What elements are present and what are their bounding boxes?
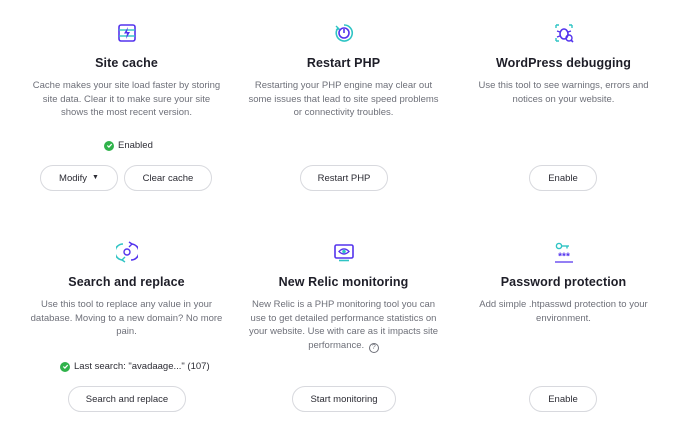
- site-cache-title: Site cache: [95, 56, 158, 70]
- password-title: Password protection: [500, 275, 627, 289]
- clear-cache-button[interactable]: Clear cache: [124, 165, 212, 191]
- search-replace-status: Last search: "avadaage..." (107): [60, 361, 210, 372]
- wp-debugging-title: WordPress debugging: [495, 56, 631, 70]
- password-card: *** Password protection Add simple .htpa…: [449, 241, 678, 325]
- help-icon[interactable]: ?: [368, 342, 379, 353]
- restart-php-button-label: Restart PHP: [317, 172, 371, 184]
- clear-cache-button-label: Clear cache: [142, 172, 194, 184]
- search-replace-title: Search and replace: [68, 275, 185, 289]
- key-password-icon: ***: [554, 242, 573, 263]
- restart-php-card: Restart PHP Restarting your PHP engine m…: [229, 22, 458, 120]
- search-replace-button[interactable]: Search and replace: [68, 386, 186, 412]
- search-replace-status-text: Last search: "avadaage..." (107): [74, 361, 210, 372]
- start-monitoring-button-label: Start monitoring: [310, 393, 378, 405]
- site-cache-status-text: Enabled: [118, 140, 153, 151]
- search-replace-card: Search and replace Use this tool to repl…: [12, 241, 241, 339]
- swap-arrows-icon: [115, 241, 138, 263]
- bug-icon: [554, 24, 574, 43]
- password-description: Add simple .htpasswd protection to your …: [479, 299, 648, 324]
- modify-button-label: Modify: [59, 172, 88, 184]
- check-icon: [60, 361, 70, 372]
- search-replace-description: Use this tool to replace any value in yo…: [30, 299, 223, 337]
- chevron-down-icon: ▼: [92, 173, 99, 181]
- restart-php-description: Restarting your PHP engine may clear out…: [248, 80, 439, 118]
- password-enable-button[interactable]: Enable: [529, 386, 597, 412]
- password-enable-label: Enable: [548, 393, 578, 405]
- power-restart-icon: [334, 24, 353, 42]
- wp-debugging-card: WordPress debugging Use this tool to see…: [449, 22, 678, 106]
- new-relic-title: New Relic monitoring: [278, 275, 409, 289]
- new-relic-card: New Relic monitoring New Relic is a PHP …: [229, 241, 458, 353]
- wp-debugging-enable-label: Enable: [548, 172, 578, 184]
- restart-php-title: Restart PHP: [306, 56, 381, 70]
- wp-debugging-enable-button[interactable]: Enable: [529, 165, 597, 191]
- database-bolt-icon: [117, 24, 136, 42]
- new-relic-description-text: New Relic is a PHP monitoring tool you c…: [248, 299, 438, 351]
- restart-php-button[interactable]: Restart PHP: [300, 165, 388, 191]
- search-replace-button-label: Search and replace: [85, 393, 169, 405]
- check-icon: [104, 140, 114, 151]
- wp-debugging-description: Use this tool to see warnings, errors an…: [478, 80, 649, 105]
- svg-text:***: ***: [558, 252, 570, 263]
- monitor-eye-icon: [333, 244, 354, 262]
- site-cache-card: Site cache Cache makes your site load fa…: [12, 22, 241, 120]
- site-cache-status: Enabled: [104, 140, 153, 151]
- modify-button[interactable]: Modify ▼: [40, 165, 118, 191]
- new-relic-description: New Relic is a PHP monitoring tool you c…: [246, 298, 442, 353]
- start-monitoring-button[interactable]: Start monitoring: [292, 386, 396, 412]
- site-cache-description: Cache makes your site load faster by sto…: [32, 80, 221, 118]
